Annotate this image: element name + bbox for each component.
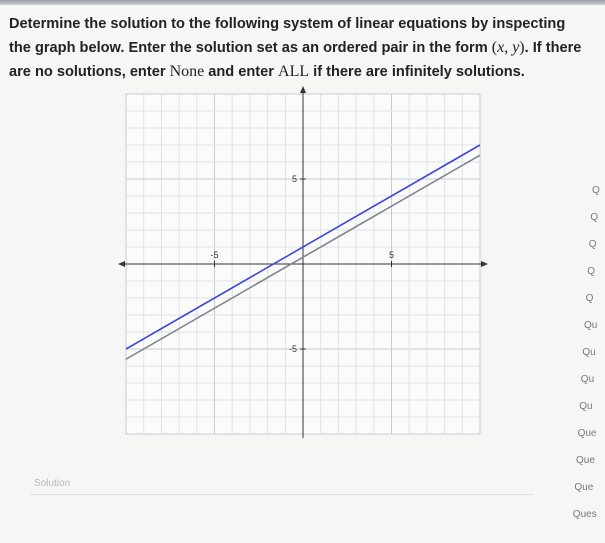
question-nav-item[interactable]: Que [576,455,595,466]
problem-text-part1: Determine the solution to the following … [9,16,566,56]
x-tick-label-5: 5 [389,250,394,260]
question-nav-item[interactable]: Qu [584,320,597,331]
ordered-pair-form: (x, y) [491,39,525,56]
solution-input[interactable] [30,494,534,519]
x-axis-arrow-right [481,261,488,267]
question-nav-item[interactable]: Q [589,239,597,250]
graph-svg: -5 5 5 -5 [118,86,488,438]
question-nav-item[interactable]: Q [587,266,595,277]
problem-text-part4: if there are infinitely solutions. [309,64,525,80]
problem-text-part3: and enter [204,64,279,80]
question-nav-item[interactable]: Qu [581,374,594,385]
y-axis-arrow-up [300,86,306,93]
none-keyword: None [169,63,205,80]
solution-label: Solution [34,478,71,489]
x-tick-label-neg5: -5 [210,250,218,260]
question-nav-item[interactable]: Q [590,212,598,223]
y-tick-label-neg5: -5 [289,344,297,354]
question-nav-item[interactable]: Qu [582,347,595,358]
problem-statement: Determine the solution to the following … [9,13,589,84]
top-bar [0,0,605,5]
question-nav-item[interactable]: Q [592,185,600,196]
question-nav-item[interactable]: Ques [573,509,597,520]
coordinate-graph: -5 5 5 -5 [118,84,488,442]
x-axis-arrow-left [118,261,125,267]
question-nav-item[interactable]: Q [586,293,594,304]
question-nav-item[interactable]: Qu [579,401,592,412]
all-keyword: ALL [278,63,310,80]
question-nav-item[interactable]: Que [574,482,593,493]
y-tick-label-5: 5 [292,174,297,184]
question-nav-item[interactable]: Que [578,428,597,439]
